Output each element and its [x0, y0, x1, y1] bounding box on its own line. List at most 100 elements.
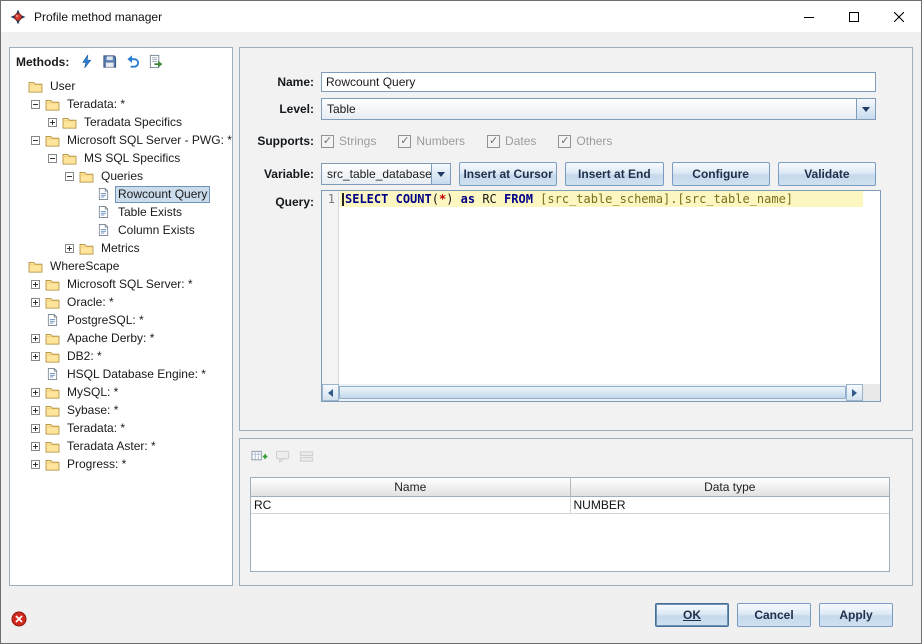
insert-at-end-button[interactable]: Insert at End	[565, 162, 663, 186]
ok-button[interactable]: OK	[655, 603, 729, 627]
results-table-header: NameData type	[251, 478, 889, 496]
level-select[interactable]: Table	[321, 98, 876, 120]
checkbox-label: Others	[576, 134, 612, 148]
minimize-button[interactable]	[786, 1, 831, 32]
tree-item-apache-derby[interactable]: Apache Derby: *	[10, 329, 232, 347]
column-header-name[interactable]: Name	[251, 478, 570, 496]
tree-item-label: Teradata Aster: *	[64, 439, 159, 454]
refresh-icon[interactable]	[77, 53, 95, 71]
validate-button[interactable]: Validate	[778, 162, 876, 186]
tree-item-mysql[interactable]: MySQL: *	[10, 383, 232, 401]
profile-method-manager-dialog: Profile method manager Methods: UserTera…	[0, 0, 922, 644]
add-column-icon[interactable]	[250, 447, 268, 465]
close-button[interactable]	[876, 1, 921, 32]
methods-tree: UserTeradata: *Teradata SpecificsMicroso…	[10, 77, 232, 585]
expand-icon[interactable]	[31, 460, 40, 469]
tree-item-label: User	[47, 79, 78, 94]
chevron-down-icon	[437, 172, 445, 177]
tree-item-table-exists[interactable]: Table Exists	[10, 203, 232, 221]
checkbox-icon: ✓	[558, 135, 571, 148]
save-icon[interactable]	[100, 53, 118, 71]
insert-at-cursor-button[interactable]: Insert at Cursor	[459, 162, 557, 186]
cancel-button[interactable]: Cancel	[737, 603, 811, 627]
tree-item-teradata-aster[interactable]: Teradata Aster: *	[10, 437, 232, 455]
tree-item-rowcount-query[interactable]: Rowcount Query	[10, 185, 232, 203]
folder-icon	[44, 349, 60, 364]
expand-icon[interactable]	[65, 244, 74, 253]
checkbox-numbers[interactable]: ✓Numbers	[398, 134, 465, 148]
tree-item-metrics[interactable]: Metrics	[10, 239, 232, 257]
expand-icon[interactable]	[31, 280, 40, 289]
query-editor[interactable]: 1 SELECT COUNT(*) as RC FROM [src_table_…	[321, 190, 881, 402]
tree-item-label: Column Exists	[115, 223, 198, 238]
export-icon[interactable]	[146, 53, 164, 71]
tree-item-teradata[interactable]: Teradata: *	[10, 419, 232, 437]
undo-icon[interactable]	[123, 53, 141, 71]
scroll-right-button[interactable]	[846, 384, 863, 401]
tree-item-teradata-specifics[interactable]: Teradata Specifics	[10, 113, 232, 131]
expand-icon[interactable]	[31, 406, 40, 415]
collapse-icon[interactable]	[65, 172, 74, 181]
tree-item-microsoft-sql-server-pwg[interactable]: Microsoft SQL Server - PWG: *	[10, 131, 232, 149]
folder-icon	[44, 277, 60, 292]
collapse-icon[interactable]	[31, 136, 40, 145]
expand-icon[interactable]	[31, 442, 40, 451]
tree-spacer	[14, 82, 23, 91]
configure-button[interactable]: Configure	[672, 162, 770, 186]
collapse-icon[interactable]	[48, 154, 57, 163]
tree-item-label: MySQL: *	[64, 385, 121, 400]
text-caret	[342, 193, 344, 206]
supports-label: Supports:	[248, 134, 314, 148]
apply-button[interactable]: Apply	[819, 603, 893, 627]
checkbox-strings[interactable]: ✓Strings	[321, 134, 376, 148]
table-row[interactable]: RCNUMBER	[251, 496, 889, 513]
tree-item-label: Queries	[98, 169, 146, 184]
tree-item-ms-sql-specifics[interactable]: MS SQL Specifics	[10, 149, 232, 167]
tree-item-db2[interactable]: DB2: *	[10, 347, 232, 365]
expand-icon[interactable]	[31, 298, 40, 307]
folder-icon	[78, 241, 94, 256]
tree-item-column-exists[interactable]: Column Exists	[10, 221, 232, 239]
line-number: 1	[328, 192, 335, 206]
tree-item-postgresql[interactable]: PostgreSQL: *	[10, 311, 232, 329]
tree-item-sybase[interactable]: Sybase: *	[10, 401, 232, 419]
folder-icon	[44, 295, 60, 310]
tree-item-label: Teradata Specifics	[81, 115, 185, 130]
tree-item-progress[interactable]: Progress: *	[10, 455, 232, 473]
collapse-icon[interactable]	[31, 100, 40, 109]
tree-item-wherescape[interactable]: WhereScape	[10, 257, 232, 275]
variable-select[interactable]: src_table_database	[321, 163, 451, 185]
results-panel: NameData type RCNUMBER	[239, 438, 913, 586]
folder-icon	[78, 169, 94, 184]
tree-item-label: Teradata: *	[64, 421, 128, 436]
name-input[interactable]: Rowcount Query	[321, 72, 876, 92]
column-header-data-type[interactable]: Data type	[570, 478, 889, 496]
folder-icon	[27, 259, 43, 274]
folder-icon	[61, 151, 77, 166]
variable-dropdown-button[interactable]	[431, 164, 450, 184]
app-icon	[10, 9, 26, 25]
horizontal-scroll-thumb[interactable]	[339, 386, 846, 399]
tree-item-microsoft-sql-server[interactable]: Microsoft SQL Server: *	[10, 275, 232, 293]
tree-item-teradata[interactable]: Teradata: *	[10, 95, 232, 113]
level-dropdown-button[interactable]	[856, 99, 875, 119]
horizontal-scrollbar[interactable]	[322, 384, 863, 401]
query-code-area[interactable]: SELECT COUNT(*) as RC FROM [src_table_sc…	[340, 191, 863, 384]
expand-icon[interactable]	[31, 352, 40, 361]
scroll-left-button[interactable]	[322, 384, 339, 401]
tree-item-queries[interactable]: Queries	[10, 167, 232, 185]
tree-item-oracle[interactable]: Oracle: *	[10, 293, 232, 311]
expand-icon[interactable]	[31, 388, 40, 397]
expand-icon[interactable]	[31, 334, 40, 343]
checkbox-dates[interactable]: ✓Dates	[487, 134, 536, 148]
folder-icon	[44, 133, 60, 148]
titlebar[interactable]: Profile method manager	[1, 1, 921, 32]
expand-icon[interactable]	[31, 424, 40, 433]
query-label: Query:	[248, 195, 314, 209]
checkbox-others[interactable]: ✓ Others	[558, 134, 612, 148]
expand-icon[interactable]	[48, 118, 57, 127]
tree-item-user[interactable]: User	[10, 77, 232, 95]
tree-item-hsql-database-engine[interactable]: HSQL Database Engine: *	[10, 365, 232, 383]
maximize-button[interactable]	[831, 1, 876, 32]
folder-icon	[44, 385, 60, 400]
